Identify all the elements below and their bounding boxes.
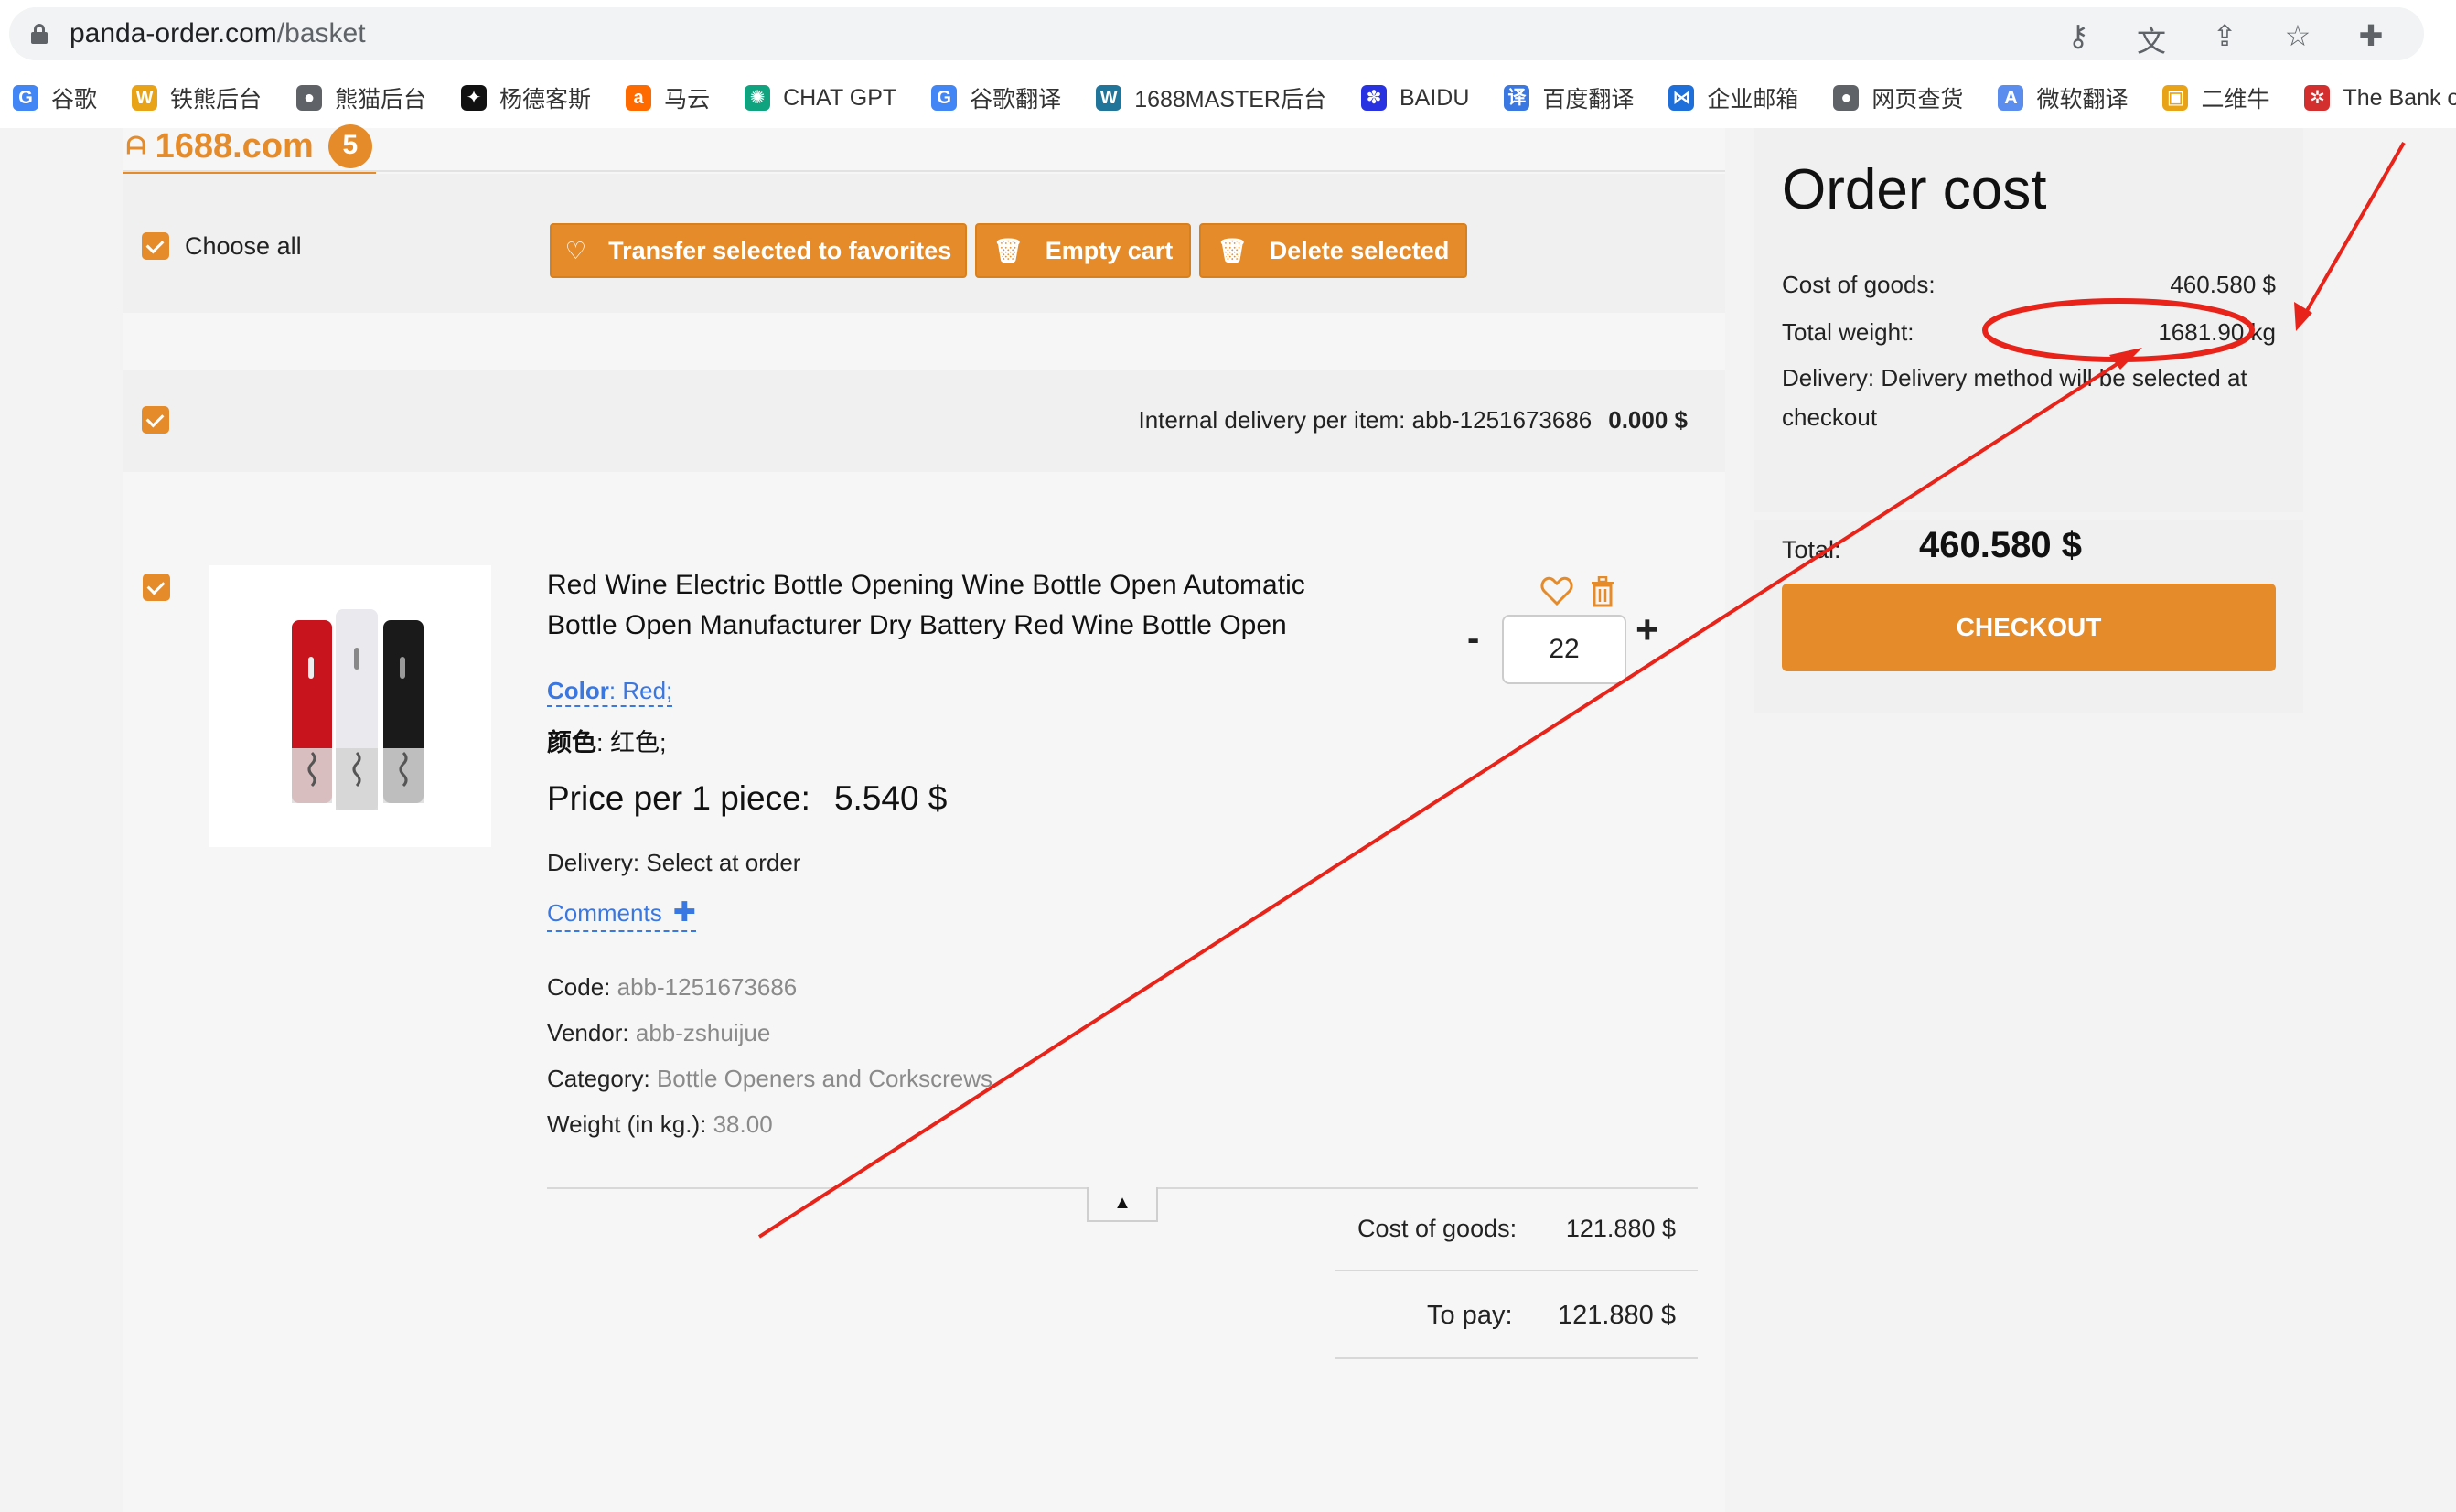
- qrcode-icon: ▣: [2162, 85, 2189, 111]
- bookmark-item[interactable]: ● 熊猫后台: [296, 81, 426, 114]
- order-total-value: 460.580 $: [1919, 525, 2082, 565]
- bookmark-label: CHAT GPT: [783, 84, 897, 111]
- bookmark-label: 谷歌: [51, 87, 98, 113]
- url-text[interactable]: panda-order.com/basket: [70, 18, 366, 49]
- order-total-label: Total:: [1782, 536, 1841, 563]
- bookmark-item[interactable]: G 谷歌: [13, 81, 97, 114]
- choose-all-label[interactable]: Choose all: [185, 232, 302, 261]
- globe-icon: ●: [1833, 85, 1860, 111]
- order-cost-title: Order cost: [1782, 158, 2047, 221]
- translate-icon: 译: [1504, 85, 1530, 111]
- chatgpt-icon: ✺: [745, 85, 771, 111]
- bookmark-label: 铁熊后台: [170, 87, 263, 113]
- bookmark-item[interactable]: ▣ 二维牛: [2162, 81, 2269, 114]
- browser-actions: ⚷ 文 ⇪ ☆ ✚: [2062, 18, 2387, 60]
- bookmark-item[interactable]: W 铁熊后台: [132, 81, 262, 114]
- star-icon[interactable]: ☆: [2281, 18, 2314, 60]
- decrease-quantity-button[interactable]: -: [1467, 618, 1479, 659]
- bookmarks-bar: G 谷歌 W 铁熊后台 ● 熊猫后台 ✦ 杨德客斯 a 马云 ✺ CHAT GPT G 谷歌翻译 W 1688…: [0, 68, 2456, 129]
- bookmark-label: The Bank of Eas: [2343, 84, 2456, 111]
- store-divider: [123, 170, 1725, 172]
- bank-icon: ✲: [2304, 85, 2331, 111]
- w-logo-icon: W: [132, 85, 158, 111]
- checkout-button[interactable]: CHECKOUT: [1782, 584, 2276, 671]
- summary-divider: [1335, 1270, 1698, 1271]
- bookmark-label: 企业邮箱: [1707, 87, 1799, 113]
- heart-icon: ♡: [564, 236, 587, 264]
- empty-cart-button[interactable]: 🗑 Empty cart: [975, 223, 1191, 278]
- heart-icon[interactable]: [1540, 574, 1573, 607]
- share-icon[interactable]: ⇪: [2208, 18, 2241, 60]
- order-delivery-note: Delivery: Delivery method will be select…: [1782, 364, 2247, 431]
- bookmark-label: 杨德客斯: [499, 87, 592, 113]
- bookmark-label: 网页查货: [1871, 87, 1964, 113]
- translate-icon: G: [931, 85, 958, 111]
- price-per-piece: Price per 1 piece: 5.540 $: [547, 779, 948, 817]
- bookmark-item[interactable]: ✲ The Bank of Eas: [2304, 85, 2456, 112]
- bookmark-label: 微软翻译: [2036, 87, 2129, 113]
- bookmark-label: 二维牛: [2201, 87, 2270, 113]
- product-checkbox[interactable]: [143, 574, 170, 601]
- bookmark-item[interactable]: G 谷歌翻译: [931, 81, 1061, 114]
- bookmark-item[interactable]: ✽ BAIDU: [1360, 84, 1470, 112]
- product-delivery: Delivery: Select at order: [547, 849, 801, 876]
- alibaba-icon: a: [626, 85, 652, 111]
- alibaba-icon: ᗩ: [126, 132, 146, 159]
- bookmark-item[interactable]: A 微软翻译: [1998, 81, 2128, 114]
- delete-selected-button[interactable]: 🗑 Delete selected: [1199, 223, 1467, 278]
- increase-quantity-button[interactable]: +: [1636, 607, 1659, 653]
- mail-icon: ⋈: [1668, 85, 1695, 111]
- delivery-checkbox[interactable]: [142, 406, 169, 434]
- bookmark-item[interactable]: ⋈ 企业邮箱: [1668, 81, 1798, 114]
- google-icon: G: [13, 85, 38, 111]
- store-count-badge: 5: [327, 124, 372, 168]
- translate-icon: A: [1998, 85, 2024, 111]
- bookmark-label: 熊猫后台: [335, 87, 427, 113]
- trash-icon: 🗑: [992, 236, 1024, 264]
- lock-icon: [31, 24, 48, 44]
- compass-icon: ✦: [461, 85, 488, 111]
- wordpress-icon: W: [1096, 85, 1122, 111]
- translate-page-icon[interactable]: 文: [2135, 18, 2168, 60]
- bookmark-label: 1688MASTER后台: [1134, 87, 1326, 113]
- key-icon[interactable]: ⚷: [2062, 18, 2095, 60]
- address-bar[interactable]: panda-order.com/basket ⚷ 文 ⇪ ☆ ✚: [9, 7, 2424, 60]
- bookmark-label: 马云: [664, 87, 711, 113]
- product-category: Category: Bottle Openers and Corkscrews: [547, 1065, 993, 1092]
- order-cost-of-goods: Cost of goods: 460.580 $: [1782, 271, 2276, 298]
- summary-divider: [1335, 1357, 1698, 1359]
- product-code: Code: abb-1251673686: [547, 973, 798, 1001]
- order-total-weight: Total weight: 1681.90 kg: [1782, 318, 2276, 346]
- globe-icon: ●: [296, 85, 323, 111]
- product-image[interactable]: [209, 565, 491, 847]
- product-vendor: Vendor: abb-zshuijue: [547, 1019, 771, 1046]
- product-color-attribute[interactable]: Color: Red;: [547, 677, 673, 707]
- bookmark-item[interactable]: 译百度翻译: [1504, 81, 1634, 114]
- bookmark-item[interactable]: W 1688MASTER后台: [1096, 81, 1326, 114]
- bookmark-item[interactable]: ✺ CHAT GPT: [745, 85, 896, 112]
- bookmark-item[interactable]: a 马云: [626, 81, 710, 114]
- extensions-icon[interactable]: ✚: [2354, 18, 2387, 60]
- product-weight: Weight (in kg.): 38.00: [547, 1110, 773, 1138]
- bookmark-item[interactable]: ✦ 杨德客斯: [461, 81, 591, 114]
- bookmark-label: BAIDU: [1399, 84, 1470, 111]
- product-title[interactable]: Red Wine Electric Bottle Opening Wine Bo…: [547, 565, 1370, 646]
- choose-all-checkbox[interactable]: [142, 232, 169, 260]
- trash-icon[interactable]: [1590, 576, 1615, 607]
- plus-icon: ✚: [672, 897, 696, 928]
- bookmark-label: 百度翻译: [1542, 87, 1635, 113]
- bookmark-label: 谷歌翻译: [970, 87, 1062, 113]
- store-tab[interactable]: ᗩ 1688.com 5: [123, 124, 376, 175]
- internal-delivery-text: Internal delivery per item: abb-12516736…: [1138, 406, 1688, 434]
- trash-icon: 🗑: [1217, 236, 1248, 264]
- comments-link[interactable]: Comments ✚: [547, 896, 696, 932]
- collapse-toggle[interactable]: ▲: [1087, 1187, 1158, 1222]
- product-cn-attribute: 颜色: 红色;: [547, 729, 667, 756]
- quantity-input[interactable]: 22: [1502, 615, 1626, 684]
- browser-toolbar: panda-order.com/basket ⚷ 文 ⇪ ☆ ✚: [0, 0, 2456, 68]
- paw-icon: ✽: [1360, 85, 1387, 111]
- bookmark-item[interactable]: ● 网页查货: [1833, 81, 1963, 114]
- transfer-to-favorites-button[interactable]: ♡ Transfer selected to favorites: [550, 223, 967, 278]
- store-name: 1688.com: [155, 126, 314, 166]
